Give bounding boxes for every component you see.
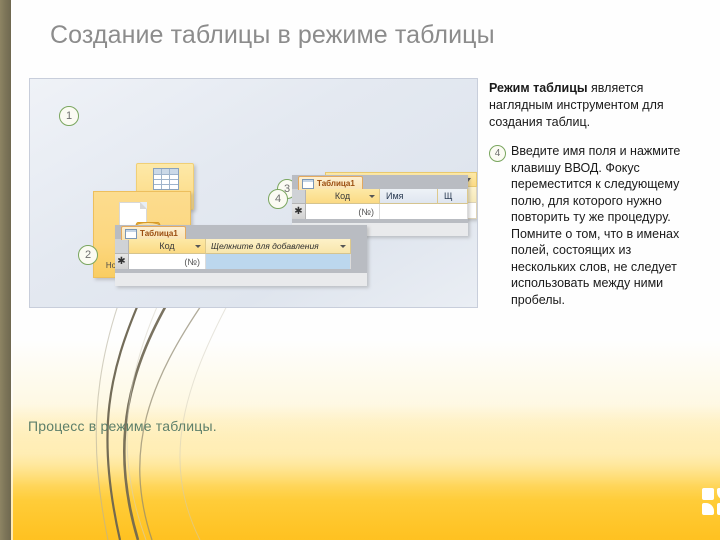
lead-bold: Режим таблицы — [489, 81, 588, 95]
datasheet-tab-step4[interactable]: Таблица1 — [298, 176, 363, 190]
column-header-code-step4[interactable]: Код — [306, 189, 380, 204]
bullet-body: Введите имя поля и нажмите клавишу ВВОД.… — [511, 144, 681, 307]
bullet-badge-4: 4 — [489, 145, 506, 162]
cell-add-step2[interactable] — [206, 254, 351, 269]
new-record-selector-step4[interactable]: ✱ — [292, 204, 306, 219]
column-header-code-label-step2: Код — [159, 241, 175, 251]
column-header-add-step2[interactable]: Щелкните для добавления — [206, 239, 351, 254]
column-header-code-label-step4: Код — [334, 191, 351, 201]
table-grid-icon — [153, 168, 179, 190]
slide: Создание таблицы в режиме таблицы Таблиц… — [0, 0, 720, 540]
page-title: Создание таблицы в режиме таблицы — [50, 21, 495, 49]
column-header-name-label-step4: Имя — [386, 191, 404, 201]
column-header-partial-step4[interactable]: Щ — [438, 189, 468, 204]
figure-caption: Процесс в режиме таблицы. — [28, 418, 217, 434]
cell-code-step2[interactable]: (№) — [129, 254, 206, 269]
datasheet-data-row-step4: ✱ (№) — [292, 204, 468, 219]
row-selector-header-step2 — [115, 239, 129, 254]
datasheet-header-row-step2: Код Щелкните для добавления — [115, 239, 367, 254]
table-tab-icon — [302, 178, 314, 189]
chevron-down-icon[interactable] — [340, 245, 346, 248]
column-header-name-step4[interactable]: Имя — [380, 189, 438, 204]
column-header-code-step2[interactable]: Код — [129, 239, 206, 254]
datasheet-tabbar-step4: Таблица1 — [292, 175, 468, 190]
cell-code-step4[interactable]: (№) — [306, 204, 380, 219]
left-accent-bar — [0, 0, 11, 540]
figure-badge-2: 2 — [78, 245, 98, 265]
row-selector-header-step4 — [292, 189, 306, 204]
figure-badge-1: 1 — [59, 106, 79, 126]
datasheet-header-row-step4: Код Имя Щ — [292, 189, 468, 204]
column-header-add-label-step2: Щелкните для добавления — [211, 241, 319, 251]
column-header-partial-label-step4: Щ — [444, 191, 453, 201]
column-sort-chevron-icon[interactable] — [369, 195, 375, 198]
datasheet-data-row-step2: ✱ (№) — [115, 254, 367, 269]
figure-panel: Таблица Новая база данных 1 Щелкните для… — [29, 78, 478, 308]
office-logo-mark-icon — [702, 488, 720, 518]
datasheet-window-step2: Таблица1 Код Щелкните для добавления ✱ (… — [115, 225, 367, 286]
datasheet-footer-step2 — [115, 273, 367, 286]
datasheet-tabbar-step2: Таблица1 — [115, 225, 367, 240]
bullet-item-4: 4 Введите имя поля и нажмите клавишу ВВО… — [489, 143, 695, 308]
table-tab-icon — [125, 228, 137, 239]
cell-name-step4[interactable] — [380, 204, 468, 219]
text-column: Режим таблицы является наглядным инструм… — [489, 80, 695, 308]
column-sort-chevron-icon[interactable] — [195, 245, 201, 248]
datasheet-tab-step2[interactable]: Таблица1 — [121, 226, 186, 240]
figure-badge-4: 4 — [268, 189, 288, 209]
new-record-selector-step2[interactable]: ✱ — [115, 254, 129, 269]
lead-paragraph: Режим таблицы является наглядным инструм… — [489, 80, 695, 131]
left-accent-bar-highlight — [11, 0, 13, 540]
datasheet-tab-label-step4: Таблица1 — [317, 179, 355, 188]
datasheet-tab-label-step2: Таблица1 — [140, 229, 178, 238]
